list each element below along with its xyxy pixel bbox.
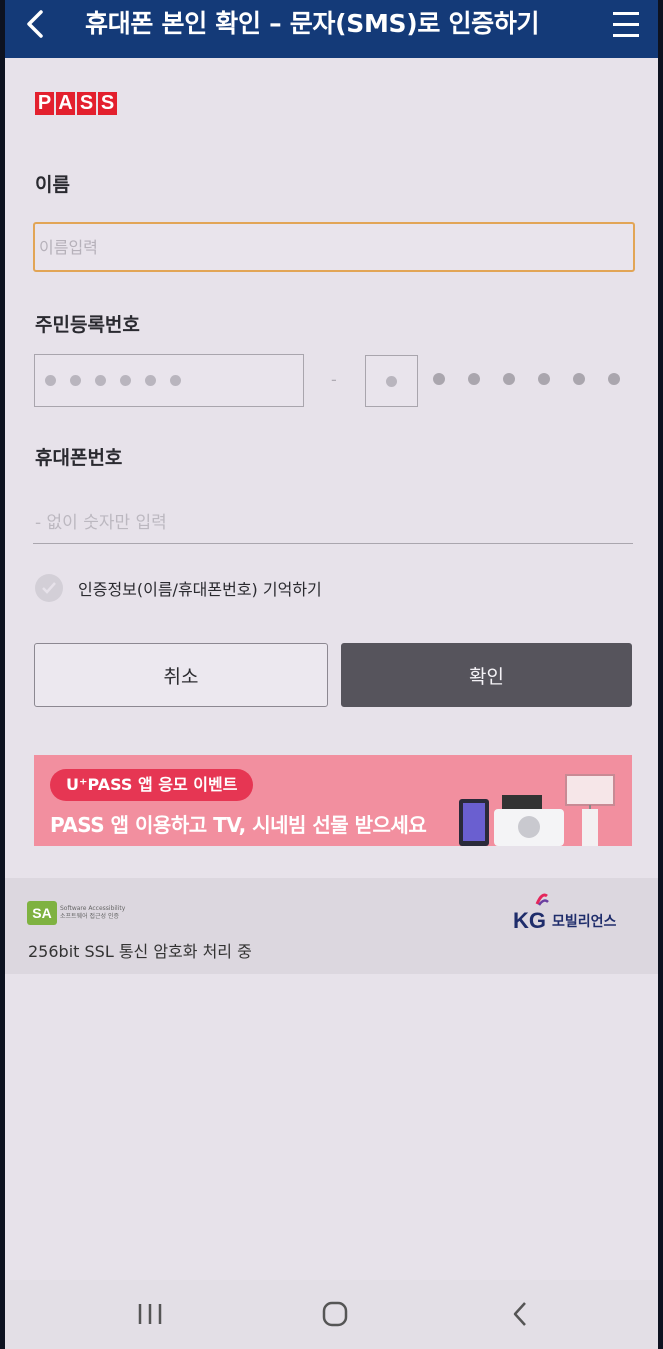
rrn-front-field[interactable]	[34, 354, 304, 407]
app-header: 휴대폰 본인 확인 – 문자(SMS)로 인증하기	[5, 0, 658, 58]
kg-mark-text: KG	[513, 908, 546, 933]
recent-apps-button[interactable]	[125, 1294, 175, 1334]
masked-digit	[538, 373, 550, 385]
home-icon	[322, 1301, 348, 1327]
rrn-label: 주민등록번호	[35, 314, 140, 336]
pass-logo: P A S S	[35, 92, 117, 116]
name-input[interactable]	[33, 222, 635, 272]
masked-digit	[503, 373, 515, 385]
masked-digit	[45, 375, 56, 386]
banner-text: PASS 앱 이용하고 TV, 시네빔 선물 받으세요	[50, 813, 427, 837]
ssl-status: 256bit SSL 통신 암호화 처리 중	[28, 942, 252, 961]
confirm-button[interactable]: 확인	[341, 643, 632, 707]
masked-digit	[145, 375, 156, 386]
screen: 휴대폰 본인 확인 – 문자(SMS)로 인증하기 P A S S 이름 주민등…	[5, 0, 658, 1349]
footer: SA Software Accessibility 소프트웨어 접근성 인증 2…	[5, 878, 658, 974]
masked-digit	[95, 375, 106, 386]
phone-label: 휴대폰번호	[35, 447, 123, 469]
sa-caption: Software Accessibility 소프트웨어 접근성 인증	[60, 905, 126, 920]
phone-input[interactable]	[33, 502, 633, 544]
back-button[interactable]	[19, 6, 59, 46]
masked-digit	[386, 375, 397, 387]
hamburger-line	[613, 23, 639, 26]
check-circle-icon	[35, 574, 63, 602]
rrn-back-first-digit-field[interactable]	[365, 355, 418, 407]
masked-digit	[573, 373, 585, 385]
kg-mark: KG	[513, 893, 549, 934]
masked-digit	[170, 375, 181, 386]
cancel-button[interactable]: 취소	[34, 643, 328, 707]
sa-certification-logo: SA Software Accessibility 소프트웨어 접근성 인증	[27, 901, 130, 925]
home-button[interactable]	[310, 1294, 360, 1334]
sa-mark: SA	[27, 901, 57, 925]
kg-ribbon-icon	[535, 893, 549, 906]
event-banner[interactable]: U⁺PASS 앱 응모 이벤트 PASS 앱 이용하고 TV, 시네빔 선물 받…	[34, 755, 632, 846]
name-label: 이름	[35, 174, 70, 196]
masked-digit	[70, 375, 81, 386]
recent-apps-icon	[138, 1304, 162, 1324]
kg-mobilians-logo: KG 모빌리언스	[513, 893, 617, 934]
rrn-back-masked	[433, 373, 620, 385]
system-back-button[interactable]	[495, 1294, 545, 1334]
remember-label: 인증정보(이름/휴대폰번호) 기억하기	[78, 580, 322, 599]
partner-name: 모빌리언스	[552, 914, 617, 930]
masked-digit	[468, 373, 480, 385]
masked-digit	[120, 375, 131, 386]
masked-digit	[433, 373, 445, 385]
remember-checkbox[interactable]: 인증정보(이름/휴대폰번호) 기억하기	[35, 574, 322, 602]
hamburger-menu-icon	[613, 12, 639, 15]
logo-letter: P	[35, 92, 54, 115]
back-icon	[513, 1302, 526, 1326]
system-navbar	[5, 1280, 658, 1349]
logo-letter: A	[56, 92, 75, 115]
hamburger-line	[613, 34, 639, 37]
chevron-left-icon	[27, 10, 43, 38]
masked-digit	[608, 373, 620, 385]
logo-letter: S	[77, 92, 96, 115]
logo-letter: S	[98, 92, 117, 115]
tv-gift-illustration-icon	[459, 774, 615, 846]
menu-button[interactable]	[609, 8, 645, 42]
banner-tag: U⁺PASS 앱 응모 이벤트	[50, 769, 254, 801]
rrn-separator: -	[331, 370, 337, 389]
page-title: 휴대폰 본인 확인 – 문자(SMS)로 인증하기	[85, 9, 540, 38]
